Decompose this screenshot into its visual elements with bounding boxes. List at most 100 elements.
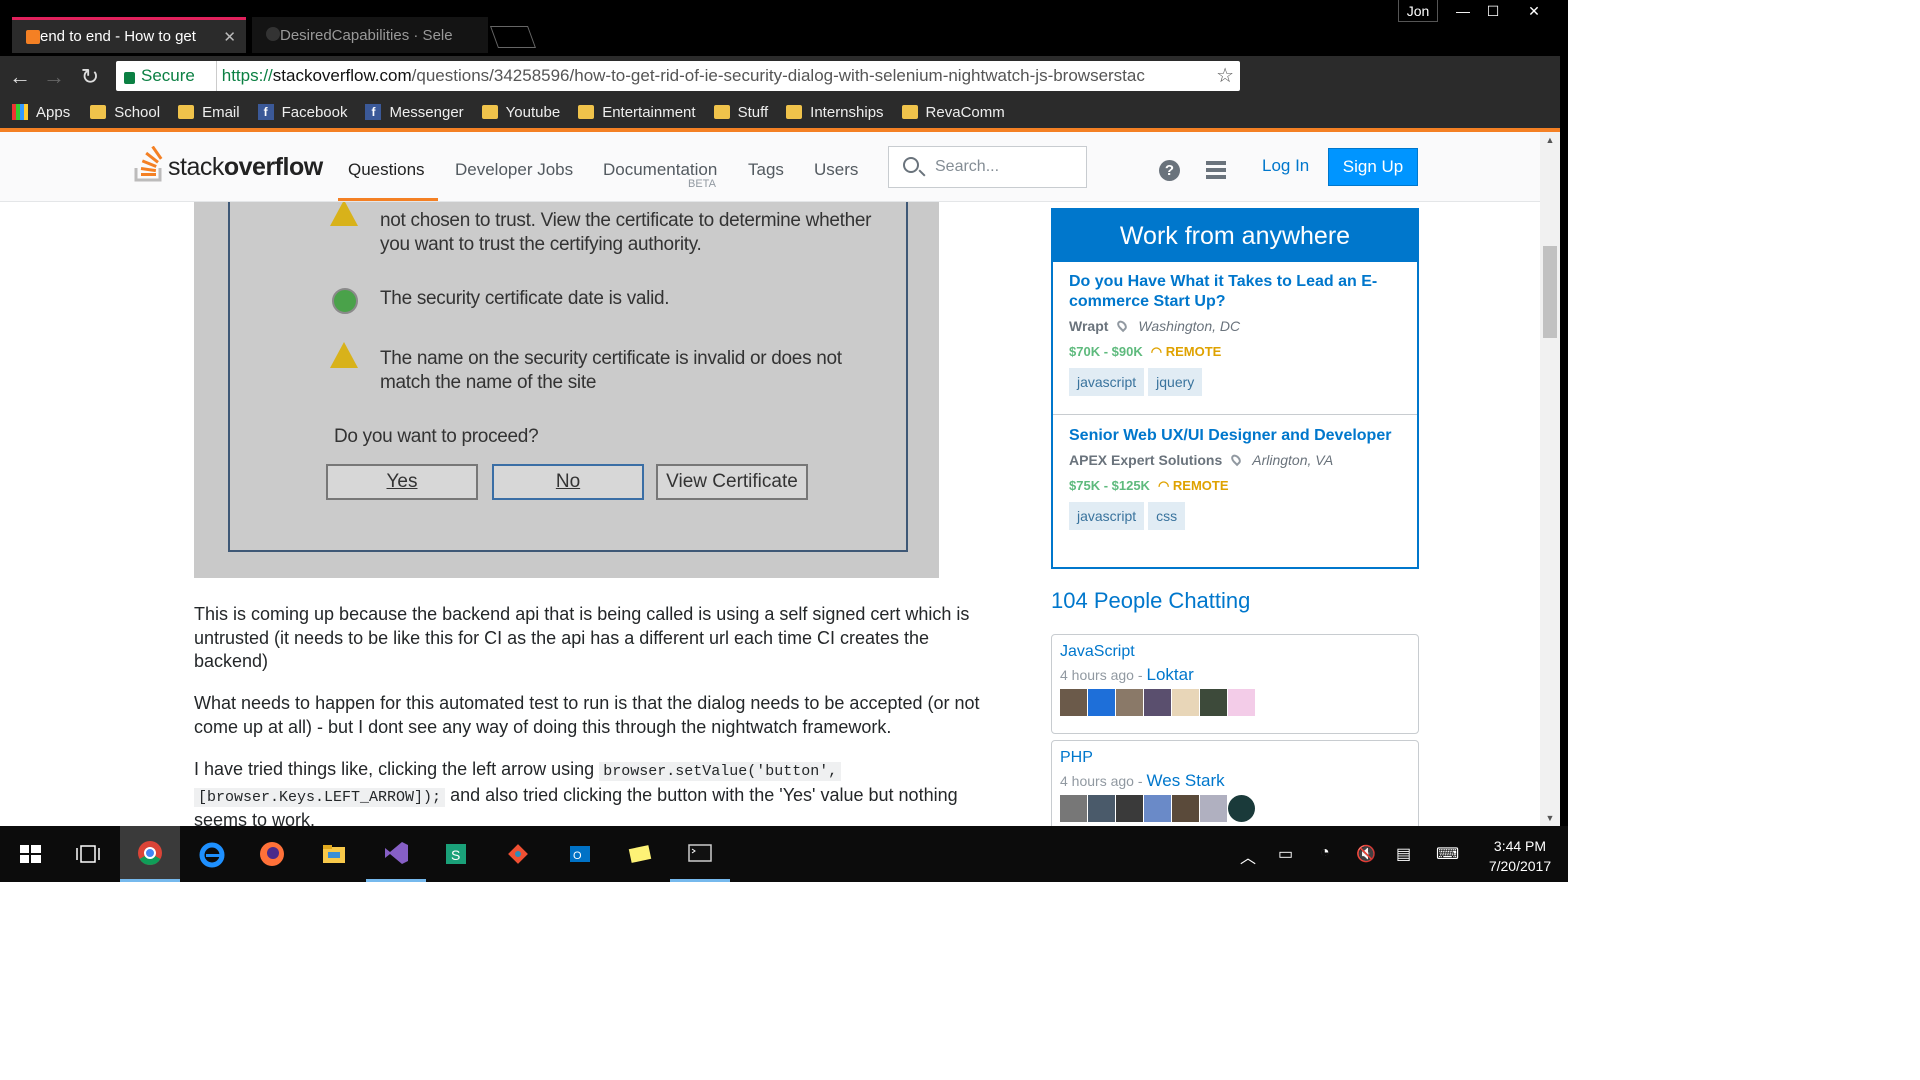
- login-link[interactable]: Log In: [1262, 156, 1309, 176]
- taskbar-sway[interactable]: S: [426, 826, 486, 882]
- avatar[interactable]: [1172, 689, 1199, 716]
- avatar[interactable]: [1172, 795, 1199, 822]
- browser-titlebar: end to end - How to get ✕ DesiredCapabil…: [0, 0, 1568, 56]
- taskbar-visual-studio[interactable]: [366, 826, 426, 882]
- nav-users[interactable]: Users: [814, 160, 858, 180]
- avatar[interactable]: [1116, 689, 1143, 716]
- tab-title: DesiredCapabilities · Sele: [280, 26, 453, 44]
- task-view-button[interactable]: [58, 826, 118, 882]
- search-input[interactable]: Search...: [888, 146, 1087, 188]
- job-listing[interactable]: Senior Web UX/UI Designer and Developer …: [1053, 426, 1417, 530]
- url-text[interactable]: https://stackoverflow.com/questions/3425…: [216, 61, 1176, 91]
- avatar[interactable]: [1088, 795, 1115, 822]
- address-bar[interactable]: Secure https://stackoverflow.com/questio…: [116, 61, 1240, 91]
- show-hidden-icons-icon[interactable]: ︿: [1240, 844, 1256, 868]
- profile-button[interactable]: Jon: [1398, 0, 1438, 22]
- minimize-button[interactable]: —: [1446, 0, 1480, 22]
- review-queue-icon[interactable]: [1206, 161, 1226, 179]
- avatar[interactable]: [1088, 689, 1115, 716]
- bookmark-entertainment[interactable]: Entertainment: [578, 96, 696, 128]
- chat-user-link[interactable]: Loktar: [1147, 665, 1194, 684]
- volume-muted-icon[interactable]: 🔇: [1356, 844, 1376, 864]
- bookmark-stuff[interactable]: Stuff: [713, 96, 768, 128]
- job-listing[interactable]: Do you Have What it Takes to Lead an E-c…: [1053, 272, 1417, 396]
- nav-developer-jobs[interactable]: Developer Jobs: [455, 160, 573, 180]
- new-tab-button[interactable]: [489, 26, 537, 48]
- stackoverflow-logo[interactable]: stackoverflow: [134, 146, 323, 182]
- nav-documentation[interactable]: Documentation: [603, 160, 717, 180]
- tag-javascript[interactable]: javascript: [1069, 368, 1145, 396]
- wifi-icon[interactable]: ◔: [1320, 844, 1330, 862]
- action-center-icon[interactable]: ▤: [1396, 844, 1411, 864]
- chat-room-card[interactable]: PHP 4 hours ago - Wes Stark: [1051, 740, 1419, 840]
- avatar[interactable]: [1200, 795, 1227, 822]
- bookmark-revacomm[interactable]: RevaComm: [901, 96, 1005, 128]
- taskbar-gitkraken[interactable]: [488, 826, 548, 882]
- back-arrow-icon[interactable]: ←: [8, 64, 32, 90]
- keyboard-icon[interactable]: ⌨: [1436, 844, 1459, 864]
- bookmark-school[interactable]: School: [90, 96, 160, 128]
- job-title[interactable]: Senior Web UX/UI Designer and Developer: [1069, 426, 1401, 446]
- taskbar-sticky-notes[interactable]: [610, 826, 670, 882]
- maximize-button[interactable]: ☐: [1476, 0, 1510, 22]
- avatar[interactable]: [1200, 689, 1227, 716]
- reload-icon[interactable]: ↻: [78, 64, 102, 90]
- close-window-button[interactable]: ✕: [1514, 0, 1554, 22]
- bookmark-star-icon[interactable]: ☆: [1216, 61, 1234, 91]
- avatar[interactable]: [1228, 795, 1255, 822]
- scroll-down-arrow-icon[interactable]: ▼: [1540, 810, 1560, 826]
- folder-icon: [90, 105, 107, 119]
- bookmark-messenger[interactable]: f Messenger: [365, 96, 464, 128]
- avatar[interactable]: [1228, 689, 1255, 716]
- windows-taskbar: S O ︿ ▭ ◔ 🔇 ▤ ⌨ 3:44 PM 7/20/2017: [0, 826, 1568, 882]
- chat-room-name[interactable]: PHP: [1060, 749, 1410, 767]
- avatar[interactable]: [1060, 689, 1087, 716]
- folder-icon: [178, 105, 195, 119]
- so-header: stackoverflow Questions Developer Jobs D…: [0, 132, 1540, 202]
- bookmark-facebook[interactable]: f Facebook: [257, 96, 347, 128]
- taskbar-terminal[interactable]: [670, 826, 730, 882]
- tab-active[interactable]: end to end - How to get ✕: [12, 17, 246, 53]
- system-clock[interactable]: 3:44 PM 7/20/2017: [1478, 836, 1562, 876]
- avatar[interactable]: [1144, 795, 1171, 822]
- secure-indicator[interactable]: Secure: [124, 61, 195, 91]
- avatar[interactable]: [1144, 689, 1171, 716]
- chat-room-name[interactable]: JavaScript: [1060, 643, 1410, 661]
- battery-icon[interactable]: ▭: [1278, 844, 1293, 864]
- browser-toolbar: ← → ↻ Secure https://stackoverflow.com/q…: [0, 56, 1568, 142]
- inline-code: [browser.Keys.LEFT_ARROW]);: [194, 787, 446, 807]
- scrollbar-thumb[interactable]: [1543, 246, 1557, 338]
- tag-javascript[interactable]: javascript: [1069, 502, 1145, 530]
- chat-room-card[interactable]: JavaScript 4 hours ago - Loktar: [1051, 634, 1419, 734]
- bookmark-youtube[interactable]: Youtube: [481, 96, 560, 128]
- nav-tags[interactable]: Tags: [748, 160, 784, 180]
- bookmark-email[interactable]: Email: [178, 96, 240, 128]
- page-scrollbar[interactable]: ▲ ▼: [1540, 132, 1560, 826]
- bookmark-apps[interactable]: Apps: [12, 96, 70, 128]
- tag-css[interactable]: css: [1148, 502, 1186, 530]
- taskbar-file-explorer[interactable]: [304, 826, 364, 882]
- tab-inactive[interactable]: DesiredCapabilities · Sele: [252, 17, 488, 53]
- scroll-up-arrow-icon[interactable]: ▲: [1540, 132, 1560, 148]
- job-title[interactable]: Do you Have What it Takes to Lead an E-c…: [1069, 272, 1401, 312]
- help-icon[interactable]: ?: [1159, 160, 1180, 181]
- post-paragraph: What needs to happen for this automated …: [194, 693, 980, 737]
- bookmark-internships[interactable]: Internships: [786, 96, 884, 128]
- tab-close-icon[interactable]: ✕: [223, 28, 236, 46]
- jobs-header: Work from anywhere: [1053, 210, 1417, 262]
- nav-questions[interactable]: Questions: [348, 160, 425, 180]
- taskbar-outlook[interactable]: O: [550, 826, 610, 882]
- signup-button[interactable]: Sign Up: [1328, 148, 1418, 186]
- avatar[interactable]: [1116, 795, 1143, 822]
- taskbar-edge[interactable]: [182, 826, 242, 882]
- start-button[interactable]: [0, 826, 60, 882]
- stackoverflow-favicon-icon: [26, 30, 40, 44]
- forward-arrow-icon[interactable]: →: [42, 64, 66, 90]
- chat-heading[interactable]: 104 People Chatting: [1051, 588, 1250, 614]
- avatar[interactable]: [1060, 795, 1087, 822]
- taskbar-chrome[interactable]: [120, 826, 180, 882]
- chat-user-link[interactable]: Wes Stark: [1147, 771, 1225, 790]
- taskbar-firefox[interactable]: [242, 826, 302, 882]
- bookmarks-bar: Apps School Email f Facebook f Messenger Y…: [0, 96, 1568, 128]
- tag-jquery[interactable]: jquery: [1148, 368, 1203, 396]
